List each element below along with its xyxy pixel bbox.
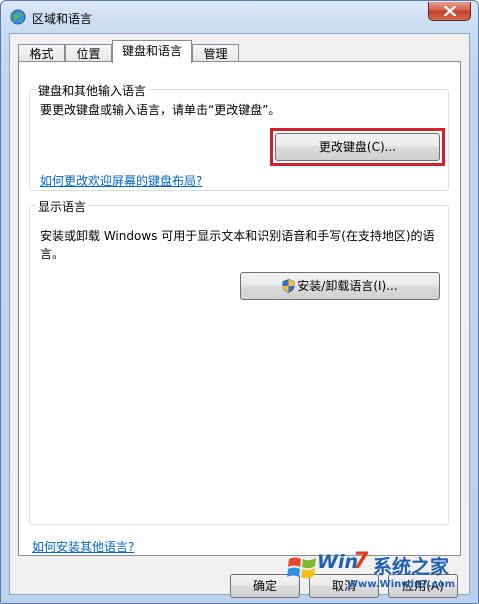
display-language-group-title: 显示语言 xyxy=(36,198,89,215)
watermark-brand-win: Win xyxy=(317,551,358,573)
change-keyboard-button[interactable]: 更改键盘(C)... xyxy=(275,133,440,161)
watermark-brand-seven: 7 xyxy=(353,549,369,574)
keyboard-group-title: 键盘和其他输入语言 xyxy=(36,82,149,99)
tab-keyboards-languages[interactable]: 键盘和语言 xyxy=(112,40,192,63)
tab-panel: 键盘和其他输入语言 要更改键盘或输入语言，请单击“更改键盘”。 更改键盘(C).… xyxy=(18,61,461,556)
watermark-url: Www.Winwin7.com xyxy=(347,579,456,590)
install-uninstall-languages-button[interactable]: 安装/卸载语言(I)... xyxy=(240,272,440,300)
dialog-client-area: 格式 位置 键盘和语言 管理 键盘和其他输入语言 要更改键盘或输入语言，请单击“… xyxy=(9,33,470,598)
welcome-keyboard-link[interactable]: 如何更改欢迎屏幕的键盘布局? xyxy=(40,172,202,189)
keyboard-group: 键盘和其他输入语言 要更改键盘或输入语言，请单击“更改键盘”。 更改键盘(C).… xyxy=(29,82,449,191)
watermark-brand-cn: 系统之家 xyxy=(373,556,450,578)
globe-icon xyxy=(10,9,26,25)
tab-location[interactable]: 位置 xyxy=(65,44,112,62)
uac-shield-icon xyxy=(282,278,295,293)
tab-administrative[interactable]: 管理 xyxy=(192,44,239,62)
windows-logo-icon xyxy=(287,557,316,579)
display-language-description-wrap: 言。 xyxy=(40,247,65,261)
close-icon xyxy=(444,6,456,16)
tab-formats[interactable]: 格式 xyxy=(18,44,65,62)
install-uninstall-languages-label: 安装/卸载语言(I)... xyxy=(297,278,398,293)
title-bar[interactable]: 区域和语言 xyxy=(1,1,478,33)
dialog-window: 区域和语言 格式 位置 键盘和语言 管理 键盘和其他输入语言 要更改键盘或输入语… xyxy=(0,0,479,604)
install-other-languages-link[interactable]: 如何安装其他语言? xyxy=(32,538,134,555)
close-button[interactable] xyxy=(428,2,471,21)
site-watermark: Win 7 系统之家 Www.Winwin7.com xyxy=(287,549,477,603)
window-title: 区域和语言 xyxy=(32,12,93,26)
display-language-description: 安装或卸载 Windows 可用于显示文本和识别语音和手写(在支持地区)的语 xyxy=(40,229,435,243)
keyboard-description: 要更改键盘或输入语言，请单击“更改键盘”。 xyxy=(40,103,281,117)
display-language-group: 显示语言 安装或卸载 Windows 可用于显示文本和识别语音和手写(在支持地区… xyxy=(29,198,449,525)
